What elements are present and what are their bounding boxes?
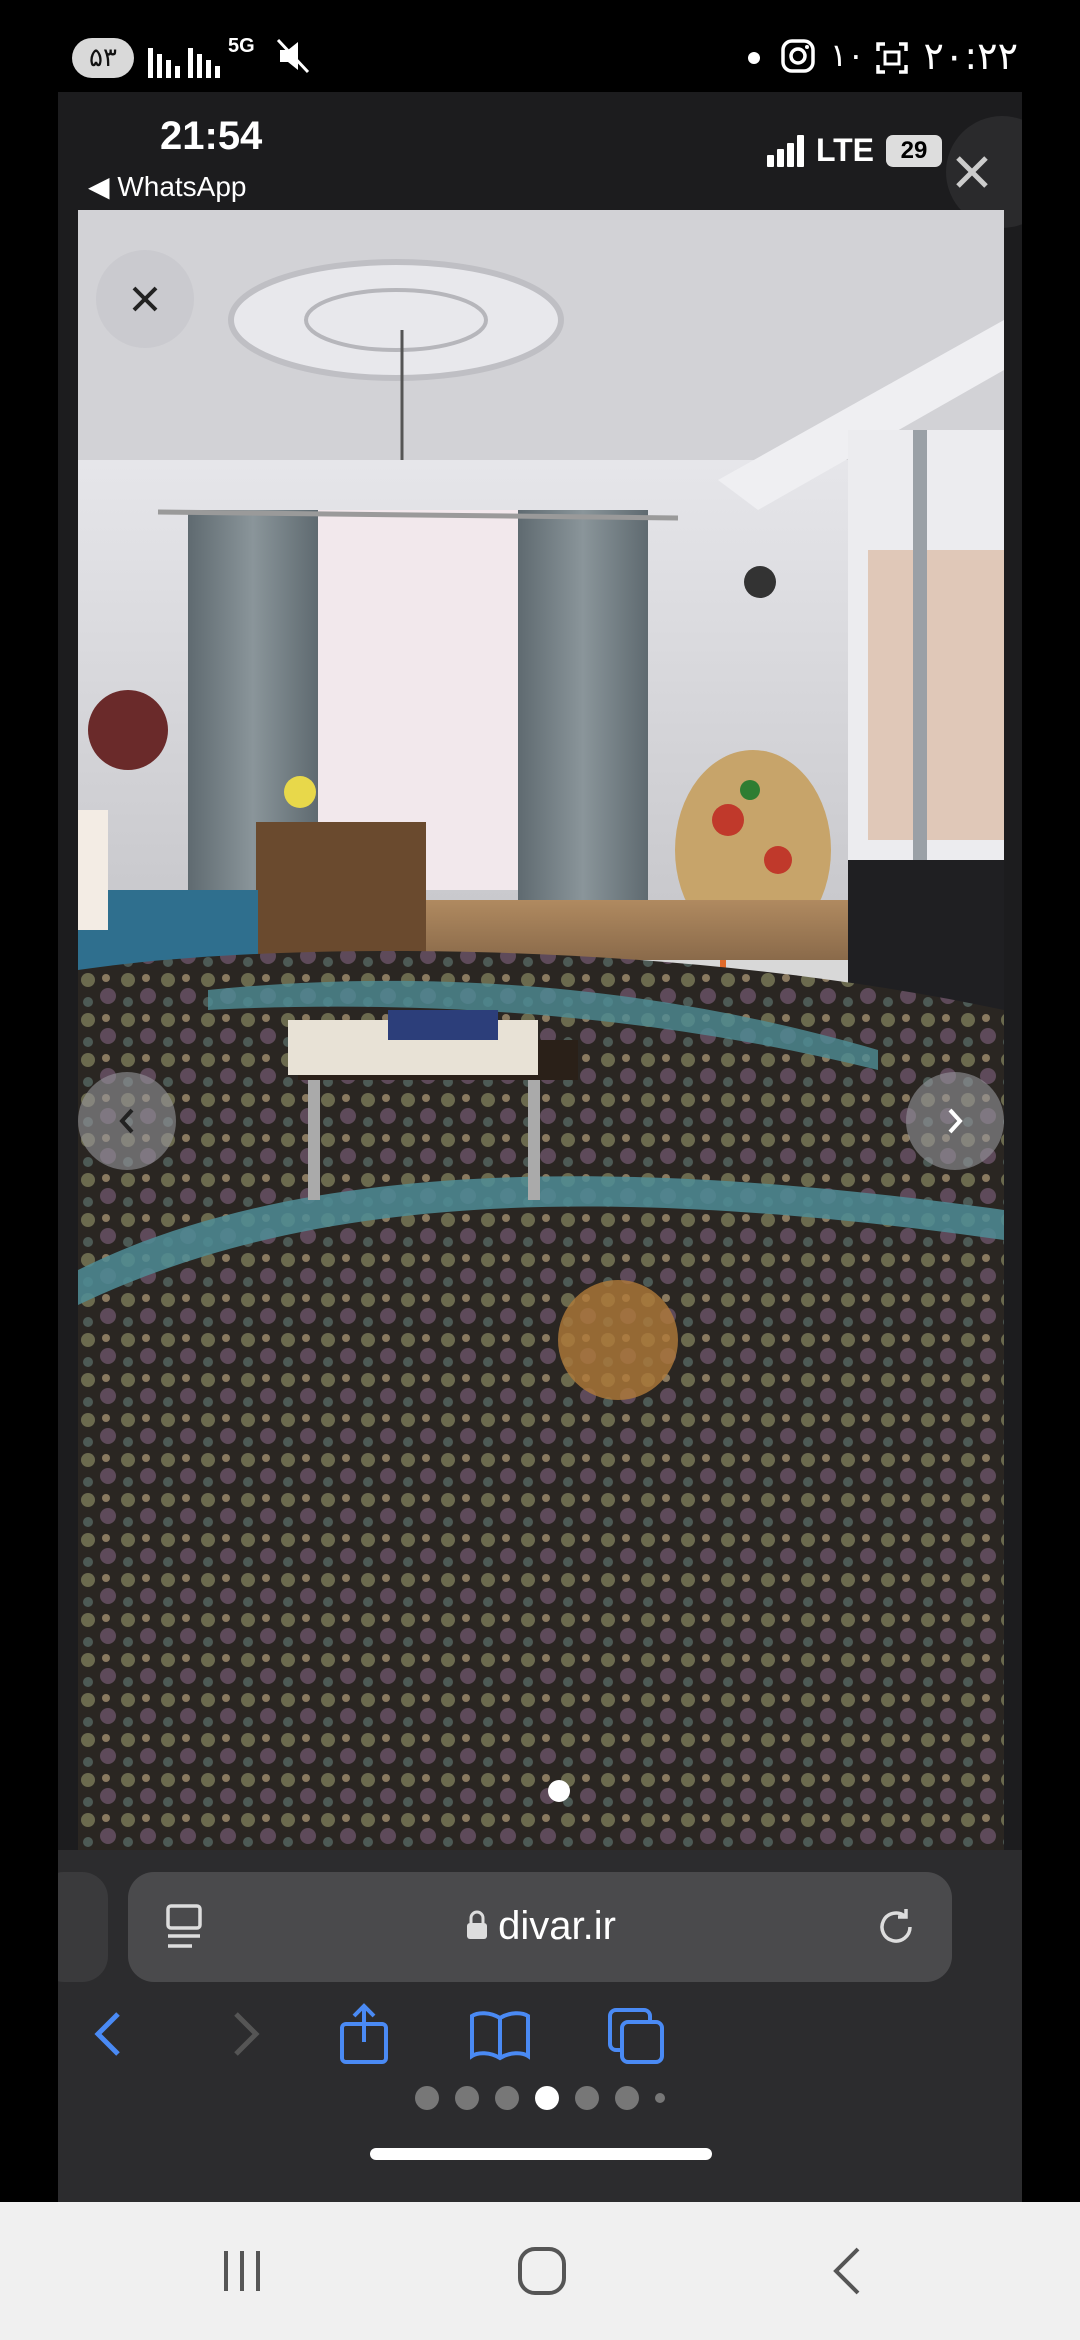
browser-toolbar: divar.ir [58, 1850, 1022, 2202]
reload-icon[interactable] [874, 1905, 918, 1949]
back-to-app-link[interactable]: ◀ WhatsApp [88, 170, 246, 203]
battery-pill: ۵۳ [72, 38, 134, 78]
signal-icon [148, 38, 180, 78]
lock-icon [467, 1910, 488, 1939]
page-indicator-dots [58, 2086, 1022, 2110]
android-status-bar: ۵۳ 5G ۱۰ ۲۰:۲۲ [0, 0, 1080, 92]
close-icon [132, 286, 158, 312]
instagram-icon [781, 39, 815, 73]
photo-close-button[interactable] [96, 250, 194, 348]
cellular-bars-icon [766, 134, 804, 167]
forward-icon[interactable] [226, 2008, 266, 2060]
android-nav-bar [0, 2202, 1080, 2340]
tabs-icon[interactable] [606, 2006, 668, 2068]
address-bar[interactable]: divar.ir [128, 1872, 952, 1982]
url-text: divar.ir [498, 1904, 616, 1948]
back-nav-icon[interactable] [828, 2245, 868, 2297]
url-label: divar.ir [128, 1904, 952, 1949]
ios-network: LTE [815, 132, 874, 168]
back-icon[interactable] [88, 2008, 128, 2060]
screenshot-frame: 21:54 ◀ WhatsApp LTE 29 divar.ir [58, 92, 1022, 2202]
mute-icon [276, 38, 310, 74]
home-indicator[interactable] [370, 2148, 712, 2160]
chevron-left-icon [119, 1108, 134, 1134]
listing-photo[interactable] [78, 210, 1004, 1850]
screenshot-icon [876, 42, 908, 74]
home-icon[interactable] [516, 2245, 568, 2297]
next-photo-button[interactable] [906, 1072, 1004, 1170]
bookmarks-icon[interactable] [468, 2008, 532, 2064]
sim-label: ۱۰ [830, 36, 865, 74]
ios-time: 21:54 [160, 114, 263, 158]
recent-apps-icon[interactable] [218, 2247, 266, 2295]
chevron-right-icon [948, 1108, 963, 1134]
previous-photo-button[interactable] [78, 1072, 176, 1170]
network-type: 5G [228, 35, 255, 57]
room-photo-image [78, 210, 1004, 1850]
status-time: ۲۰:۲۲ [923, 34, 1018, 78]
photo-page-indicator [548, 1780, 570, 1802]
notification-dot [748, 52, 760, 64]
share-icon[interactable] [336, 2002, 392, 2066]
signal-icon [188, 38, 220, 78]
previous-tab-stub[interactable] [58, 1872, 108, 1982]
